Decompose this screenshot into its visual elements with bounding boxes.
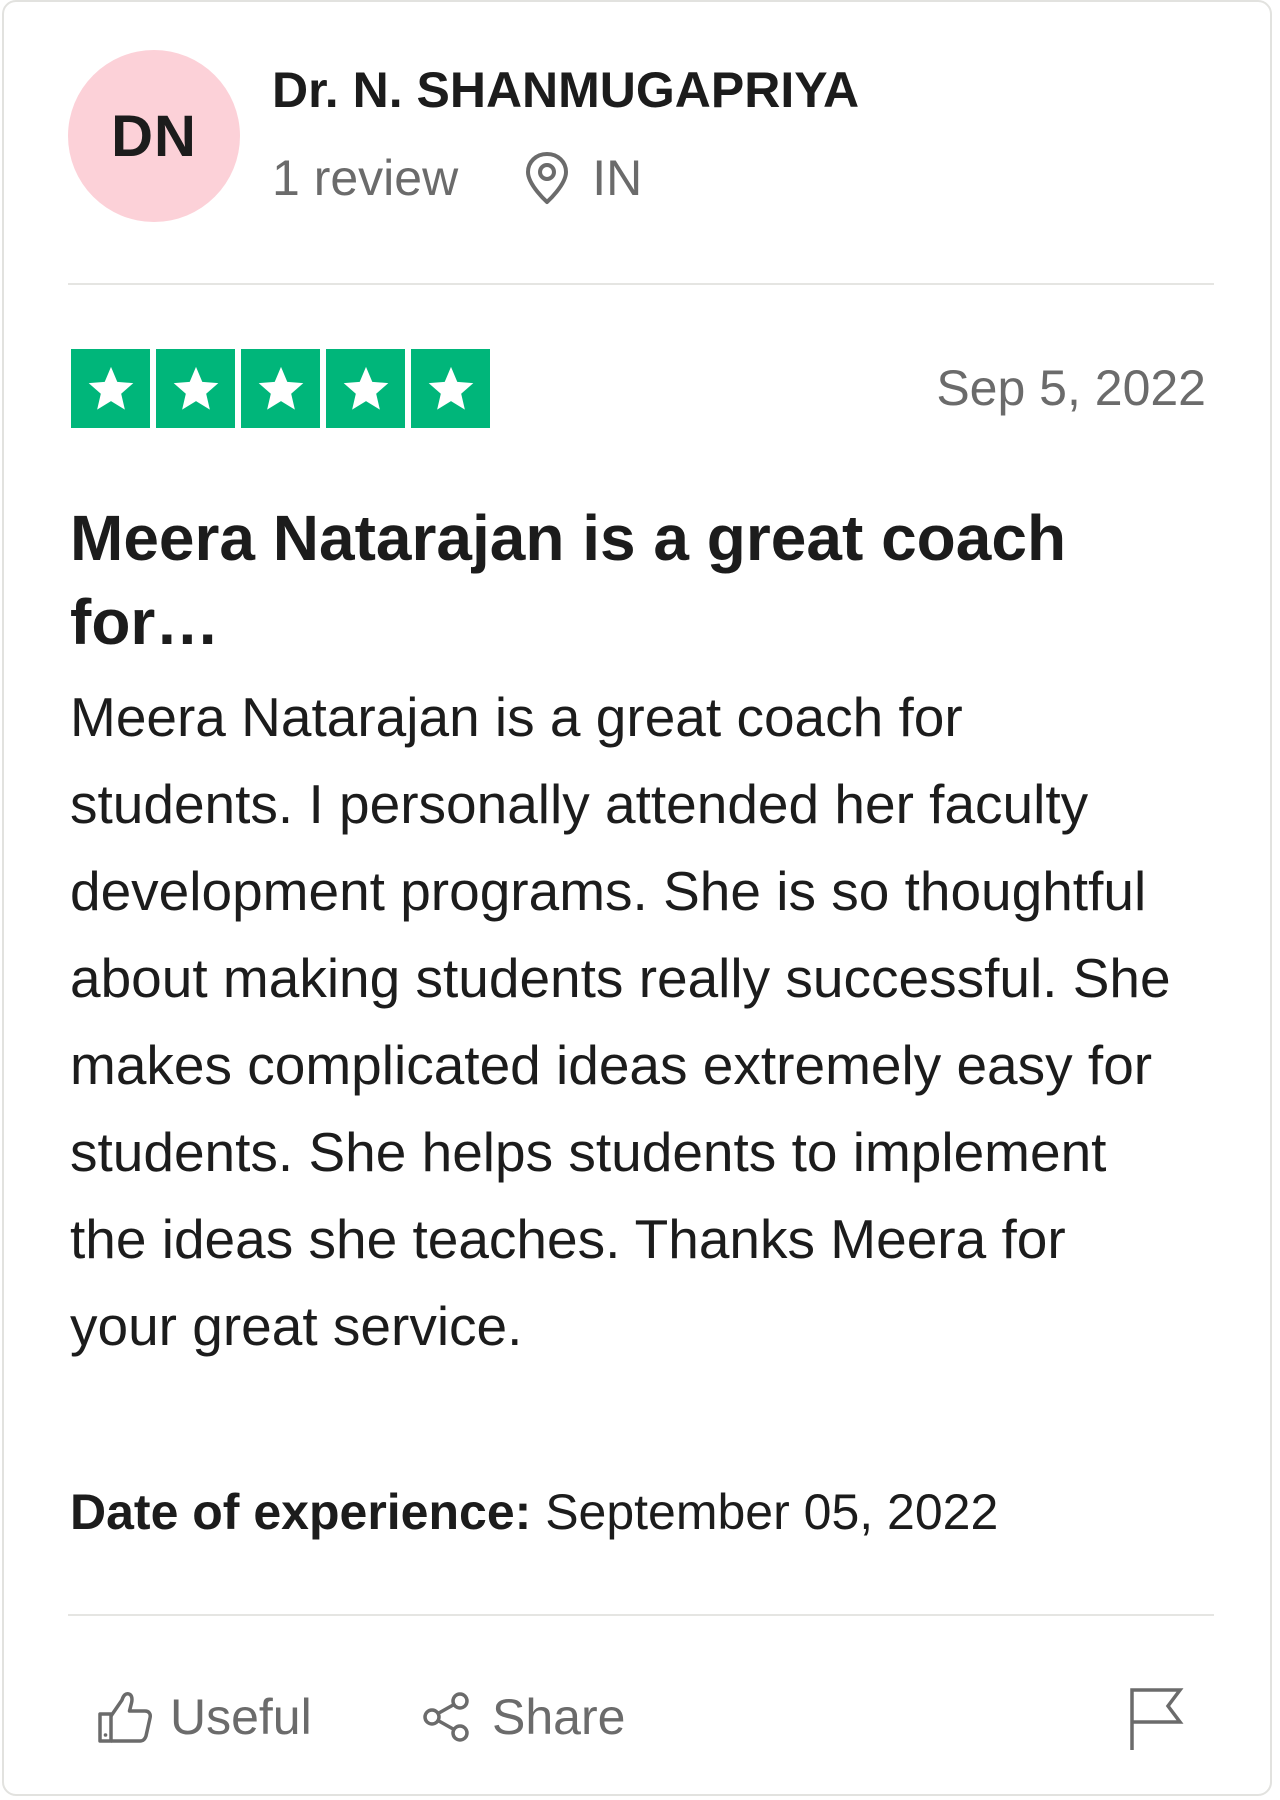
location-pin-icon: [526, 152, 569, 204]
share-label: Share: [492, 1689, 626, 1745]
useful-label: Useful: [170, 1689, 312, 1745]
date-of-experience: Date of experience: September 05, 2022: [70, 1482, 998, 1542]
location-code: IN: [592, 150, 643, 206]
review-date: Sep 5, 2022: [936, 360, 1206, 416]
star-icon: [241, 349, 320, 428]
experience-label: Date of experience:: [70, 1484, 532, 1540]
star-icon: [326, 349, 405, 428]
star-icon: [411, 349, 490, 428]
reviewer-name[interactable]: Dr. N. SHANMUGAPRIYA: [272, 60, 859, 120]
share-icon: [423, 1692, 469, 1742]
useful-button[interactable]: Useful: [96, 1682, 312, 1752]
header-divider: [68, 283, 1214, 285]
star-icon: [156, 349, 235, 428]
review-body: Meera Natarajan is a great coach for stu…: [70, 686, 1171, 1357]
review-count: 1 review: [272, 150, 459, 206]
review-card: DN Dr. N. SHANMUGAPRIYA 1 review IN Sep …: [2, 0, 1272, 1796]
star-rating: [71, 349, 490, 428]
reviewer-meta: 1 review IN: [272, 148, 642, 208]
share-button[interactable]: Share: [418, 1682, 625, 1752]
thumbs-up-icon: [98, 1692, 152, 1743]
reviewer-header: DN Dr. N. SHANMUGAPRIYA 1 review IN: [68, 50, 1218, 222]
experience-date: September 05, 2022: [545, 1484, 999, 1540]
review-title[interactable]: Meera Natarajan is a great coach for…: [70, 496, 1190, 664]
reviewer-location: IN: [524, 148, 642, 208]
star-icon: [71, 349, 150, 428]
avatar[interactable]: DN: [68, 50, 240, 222]
footer-divider: [68, 1614, 1214, 1616]
review-actions: Useful Share: [96, 1682, 1206, 1752]
flag-icon[interactable]: [1126, 1684, 1186, 1754]
